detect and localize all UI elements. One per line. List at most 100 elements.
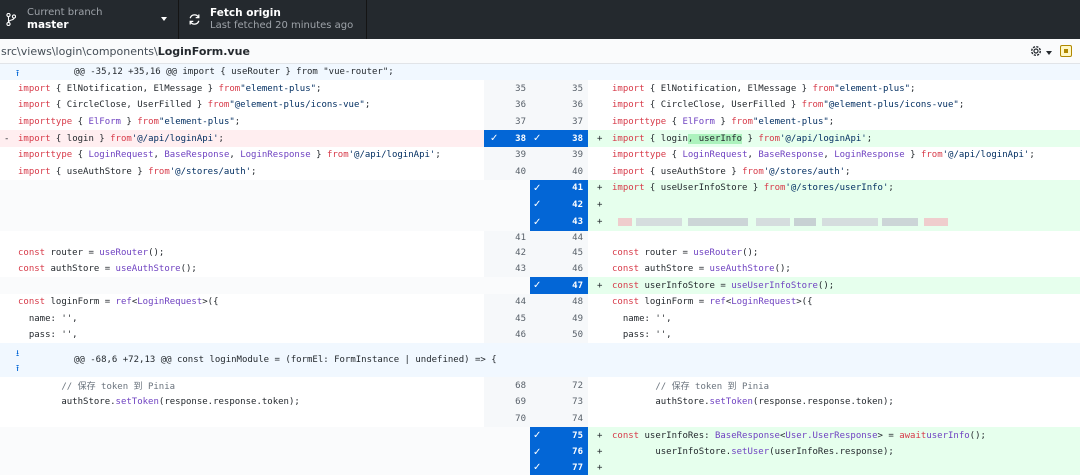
hunk-header-text: @@ -35,12 +35,16 @@ import { useRouter }… xyxy=(74,67,394,77)
new-line-number[interactable]: 46 xyxy=(572,261,583,277)
old-code: authStore. setToken (response.response.tok… xyxy=(18,397,300,407)
current-branch-button[interactable]: Current branch master xyxy=(0,0,179,39)
old-line-number[interactable]: 36 xyxy=(515,97,526,113)
new-code: import { CircleClose, UserFilled } from … xyxy=(612,100,965,110)
diff-line: import { useAuthStore } from '@/stores/a… xyxy=(0,163,1080,180)
old-line-number[interactable]: 45 xyxy=(515,310,526,327)
addition-marker: + xyxy=(597,280,603,291)
new-line-number[interactable]: 48 xyxy=(572,294,583,310)
old-line-number[interactable]: 35 xyxy=(515,80,526,97)
new-line-number: 76 xyxy=(572,447,583,457)
file-header: src\views\login\components\LoginForm.vue xyxy=(0,39,1080,64)
new-code: const loginForm = ref < LoginRequest >({ xyxy=(612,297,813,307)
expand-whole-file-icon[interactable] xyxy=(1060,45,1072,57)
diff-line: const authStore = useAuthStore (); 43 46 … xyxy=(0,261,1080,277)
checkmark-icon: ✓ xyxy=(533,280,542,291)
diff-line: authStore. setToken (response.response.tok… xyxy=(0,394,1080,410)
new-line-number[interactable]: 72 xyxy=(572,377,583,394)
diff-line: // 保存 token 到 Pinia 68 72 // 保存 token 到 … xyxy=(0,377,1080,394)
diff-line-added: ✓ 76 + userInfoStore. setUser (userInfoRes.… xyxy=(0,444,1080,460)
old-code: const authStore = useAuthStore (); xyxy=(18,264,197,274)
old-line-number[interactable]: 39 xyxy=(515,147,526,163)
checkmark-icon: ✓ xyxy=(533,199,542,210)
gear-icon[interactable] xyxy=(1029,44,1043,58)
diff-line: 70 74 xyxy=(0,410,1080,427)
old-code: import { useAuthStore } from '@/stores/a… xyxy=(18,166,257,177)
new-line-selector[interactable]: ✓ 77 xyxy=(530,460,588,475)
old-line-number[interactable]: 46 xyxy=(515,327,526,343)
diff-line: import type { ElForm } from "element-plu… xyxy=(0,113,1080,130)
redacted-content xyxy=(618,218,632,226)
old-line-number[interactable]: 42 xyxy=(515,245,526,261)
expand-up-icon[interactable]: ⭱ xyxy=(16,361,19,377)
new-code: const userInfoStore = useUserInfoStore()… xyxy=(612,280,835,291)
old-line-number[interactable]: 37 xyxy=(515,113,526,130)
old-code: // 保存 token 到 Pinia xyxy=(18,382,176,392)
deletion-marker: - xyxy=(4,133,10,144)
new-code: import { useAuthStore } from '@/stores/a… xyxy=(612,166,851,177)
old-line-number[interactable]: 43 xyxy=(515,261,526,277)
git-branch-icon xyxy=(4,13,18,27)
old-code: import type { ElForm } from "element-plu… xyxy=(18,116,241,127)
old-line-number[interactable]: 44 xyxy=(515,294,526,310)
old-line-number[interactable]: 68 xyxy=(515,377,526,394)
new-line-number[interactable]: 44 xyxy=(572,231,583,245)
new-line-number[interactable]: 40 xyxy=(572,163,583,180)
hunk-header-text: @@ -68,6 +72,13 @@ const loginModule = (… xyxy=(74,355,497,365)
diff-line: pass: '', 46 50 pass: '', xyxy=(0,327,1080,343)
new-line-selector[interactable]: ✓ 41 xyxy=(530,180,588,196)
old-code: import type { LoginRequest, BaseResponse… xyxy=(18,150,441,160)
new-line-number: 42 xyxy=(572,199,583,210)
new-line-number[interactable]: 49 xyxy=(572,310,583,327)
new-line-number: 77 xyxy=(572,462,583,473)
last-fetched-label: Last fetched 20 minutes ago xyxy=(210,20,354,31)
old-line-selector[interactable]: ✓ 38 xyxy=(484,130,530,147)
new-line-number: 75 xyxy=(572,430,583,441)
old-line-number[interactable]: 70 xyxy=(515,410,526,427)
diff-line: 41 44 xyxy=(0,231,1080,245)
new-line-selector[interactable]: ✓ 43 xyxy=(530,213,588,231)
old-code: const loginForm = ref < LoginRequest >({ xyxy=(18,297,219,307)
new-line-number[interactable]: 36 xyxy=(572,97,583,113)
new-line-number[interactable]: 37 xyxy=(572,113,583,130)
addition-marker: + xyxy=(597,447,603,457)
old-code: name: '', xyxy=(18,313,78,324)
new-code: import { useUserInfoStore } from '@/stor… xyxy=(612,183,894,193)
redacted-content xyxy=(924,218,948,226)
checkmark-icon: ✓ xyxy=(490,133,499,144)
diff-line-added: ✓ 47 + const userInfoStore = useUserInfoSt… xyxy=(0,277,1080,294)
new-line-number[interactable]: 50 xyxy=(572,327,583,343)
new-line-number[interactable]: 45 xyxy=(572,245,583,261)
new-line-selector[interactable]: ✓ 47 xyxy=(530,277,588,294)
chevron-down-icon xyxy=(161,17,167,21)
new-code: const authStore = useAuthStore (); xyxy=(612,264,791,274)
new-line-number[interactable]: 73 xyxy=(572,394,583,410)
redacted-content xyxy=(756,218,790,226)
old-line-number[interactable]: 69 xyxy=(515,394,526,410)
new-line-number[interactable]: 39 xyxy=(572,147,583,163)
fetch-origin-button[interactable]: Fetch origin Last fetched 20 minutes ago xyxy=(179,0,367,39)
file-path: src\views\login\components\LoginForm.vue xyxy=(1,45,250,58)
checkmark-icon: ✓ xyxy=(533,133,542,144)
chevron-down-icon[interactable] xyxy=(1046,51,1052,55)
file-name: LoginForm.vue xyxy=(157,45,250,58)
new-line-number[interactable]: 74 xyxy=(572,410,583,427)
old-line-number[interactable]: 40 xyxy=(515,163,526,180)
diff-line-added: ✓ 42 + xyxy=(0,196,1080,213)
new-line-selector[interactable]: ✓ 38 xyxy=(530,130,588,147)
checkmark-icon: ✓ xyxy=(533,216,542,228)
diff-line: const loginForm = ref < LoginRequest >({ 44… xyxy=(0,294,1080,310)
checkmark-icon: ✓ xyxy=(533,430,542,441)
new-code: import { login, userInfo } from '@/api/l… xyxy=(612,133,873,144)
expand-down-icon[interactable]: ⭳ xyxy=(16,346,19,362)
new-line-selector[interactable]: ✓ 76 xyxy=(530,444,588,460)
new-line-selector[interactable]: ✓ 75 xyxy=(530,427,588,444)
old-line-number[interactable]: 41 xyxy=(515,231,526,245)
diff-line: const router = useRouter (); 42 45 const … xyxy=(0,245,1080,261)
diff-view: ⭱ @@ -35,12 +35,16 @@ import { useRouter… xyxy=(0,64,1080,475)
current-branch-label: Current branch xyxy=(27,7,103,18)
new-code: userInfoStore. setUser (userInfoRes.respon… xyxy=(612,447,894,457)
new-line-selector[interactable]: ✓ 42 xyxy=(530,196,588,213)
checkmark-icon: ✓ xyxy=(533,182,542,194)
new-line-number[interactable]: 35 xyxy=(572,80,583,97)
